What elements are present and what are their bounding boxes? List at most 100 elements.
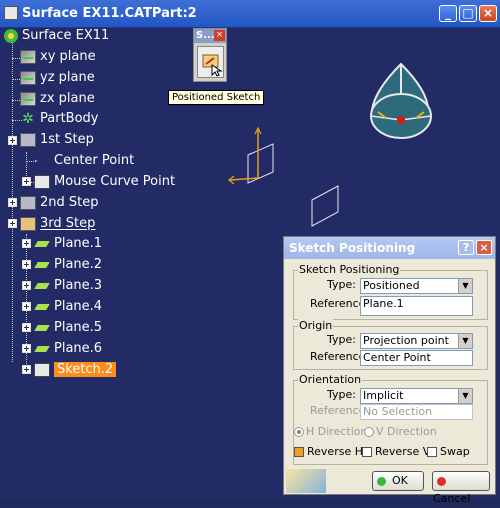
tree-item-3rd-step[interactable]: 3rd Step (20, 214, 95, 234)
tree-item-label: Plane.3 (54, 278, 103, 293)
tree-item-2nd-step[interactable]: 2nd Step (20, 193, 99, 213)
geometrical-set-icon (20, 196, 36, 210)
sketch-icon (34, 175, 50, 189)
tree-item-label: yz plane (40, 70, 95, 85)
tree-item-label: Plane.5 (54, 320, 103, 335)
positioned-sketch-icon (202, 54, 223, 77)
tree-item-label: Plane.6 (54, 341, 103, 356)
plane-icon (34, 342, 50, 356)
tree-item-label: zx plane (40, 91, 95, 106)
tree-item-plane-6[interactable]: Plane.6 (34, 339, 102, 359)
type-label: Type: (327, 333, 356, 346)
tree-item-center-point[interactable]: · Center Point (34, 151, 134, 171)
v-direction-label: V Direction (376, 425, 437, 438)
expand-plane-3[interactable] (22, 281, 31, 290)
sketch-positioning-dialog: Sketch Positioning ? × Sketch Positionin… (283, 236, 496, 505)
plane-icon (34, 279, 50, 293)
tree-item-plane-4[interactable]: Plane.4 (34, 297, 102, 317)
sketch-type-select[interactable]: Positioned ▼ (360, 278, 473, 294)
sketcher-toolbar: S... × (193, 28, 227, 82)
tree-item-label: Plane.1 (54, 236, 103, 251)
h-direction-label: H Direction (306, 425, 368, 438)
cancel-button[interactable]: Cancel (432, 471, 490, 505)
expand-plane-5[interactable] (22, 323, 31, 332)
group-label: Orientation (298, 373, 363, 386)
tree-item-partbody[interactable]: ✲ PartBody (20, 109, 98, 129)
expand-mouse-curve-point[interactable] (22, 177, 31, 186)
group-label: Origin (298, 319, 334, 332)
tree-item-label: Plane.2 (54, 257, 103, 272)
dialog-titlebar: Sketch Positioning ? × (284, 237, 495, 259)
tree-item-mouse-curve-point[interactable]: Mouse Curve Point (34, 172, 175, 192)
select-value: Implicit (363, 389, 404, 402)
expand-1st-step[interactable] (8, 136, 17, 145)
tooltip: Positioned Sketch (168, 90, 265, 105)
ok-icon (377, 476, 386, 486)
expand-plane-6[interactable] (22, 344, 31, 353)
tree-item-yz-plane[interactable]: yz plane (20, 68, 95, 88)
plane-icon (34, 321, 50, 335)
tree-item-label: 3rd Step (40, 216, 96, 231)
dialog-title: Sketch Positioning (289, 241, 416, 255)
tree-item-label: Center Point (54, 153, 135, 168)
reverse-v-checkbox[interactable] (362, 447, 372, 457)
reverse-v-label: Reverse V (375, 445, 431, 458)
geometrical-set-icon (20, 217, 36, 231)
dialog-decoration-image (286, 469, 326, 493)
type-label: Type: (327, 278, 356, 291)
swap-checkbox[interactable] (427, 447, 437, 457)
plane-icon (34, 258, 50, 272)
expand-plane-4[interactable] (22, 302, 31, 311)
tree-root[interactable]: Surface EX11 (4, 26, 109, 46)
tree-item-xy-plane[interactable]: xy plane (20, 47, 96, 67)
origin-reference-field[interactable]: Center Point (360, 350, 473, 366)
v-direction-radio[interactable] (364, 427, 374, 437)
chevron-down-icon: ▼ (458, 334, 472, 348)
expand-2nd-step[interactable] (8, 198, 17, 207)
tree-item-plane-1[interactable]: Plane.1 (34, 234, 102, 254)
tree-item-1st-step[interactable]: 1st Step (20, 130, 94, 150)
h-direction-radio[interactable] (294, 427, 304, 437)
tree-item-plane-2[interactable]: Plane.2 (34, 255, 102, 275)
tree-item-label: 1st Step (40, 132, 94, 147)
ok-label: OK (392, 474, 408, 487)
expand-plane-2[interactable] (22, 260, 31, 269)
select-value: Projection point (363, 334, 449, 347)
tree-item-sketch-2[interactable]: Sketch.2 (34, 360, 117, 380)
help-button[interactable]: ? (458, 240, 474, 255)
specification-tree: Surface EX11 xy plane yz plane zx plane … (0, 28, 300, 428)
expand-3rd-step[interactable] (8, 219, 17, 228)
chevron-down-icon: ▼ (458, 389, 472, 403)
positioned-sketch-button[interactable] (197, 46, 224, 78)
expand-sketch-2[interactable] (22, 365, 31, 374)
tree-item-plane-5[interactable]: Plane.5 (34, 318, 102, 338)
reverse-h-checkbox[interactable] (294, 447, 304, 457)
cancel-label: Cancel (433, 492, 471, 505)
origin-type-select[interactable]: Projection point ▼ (360, 333, 473, 349)
ok-button[interactable]: OK (372, 471, 424, 491)
tree-root-label: Surface EX11 (22, 28, 110, 43)
type-label: Type: (327, 388, 356, 401)
point-icon: · (34, 154, 38, 168)
group-label: Sketch Positioning (298, 263, 401, 276)
dialog-close-button[interactable]: × (476, 240, 492, 255)
select-value: Positioned (363, 279, 420, 292)
orientation-reference-field[interactable]: No Selection (360, 404, 473, 420)
tree-item-label: Plane.4 (54, 299, 103, 314)
tree-item-label-selected: Sketch.2 (54, 362, 117, 377)
sketch-reference-field[interactable]: Plane.1 (360, 296, 473, 316)
tree-item-label: PartBody (40, 111, 99, 126)
tree-item-label: xy plane (40, 49, 96, 64)
reverse-h-label: Reverse H (307, 445, 363, 458)
toolbar-close-icon[interactable]: × (214, 30, 225, 41)
compass-icon[interactable] (370, 62, 432, 139)
expand-plane-1[interactable] (22, 239, 31, 248)
chevron-down-icon: ▼ (458, 279, 472, 293)
tree-item-zx-plane[interactable]: zx plane (20, 89, 95, 109)
plane-icon (20, 50, 36, 64)
part-icon (4, 29, 18, 43)
tree-item-plane-3[interactable]: Plane.3 (34, 276, 102, 296)
plane-outline (311, 185, 339, 227)
orientation-type-select[interactable]: Implicit ▼ (360, 388, 473, 404)
gear-icon: ✲ (22, 111, 34, 127)
